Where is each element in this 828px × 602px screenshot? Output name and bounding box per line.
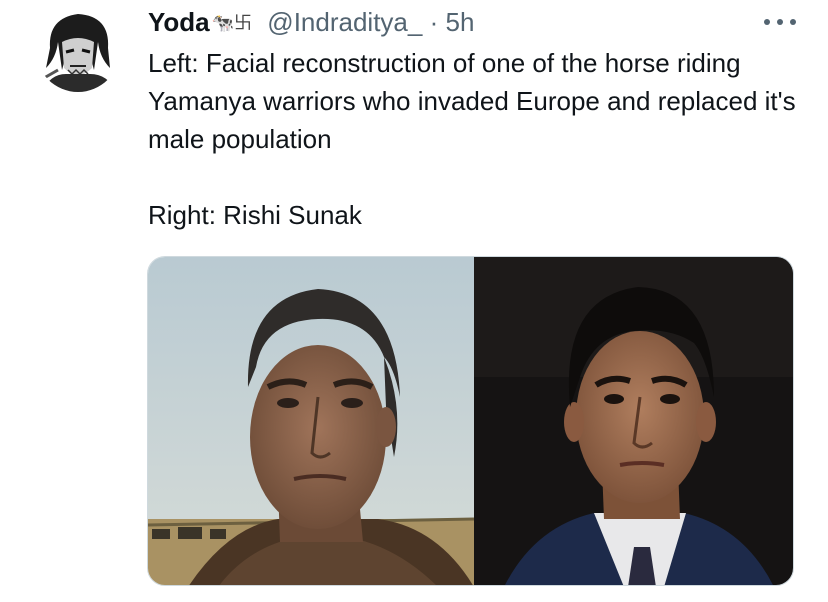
avatar-image xyxy=(36,8,120,92)
separator-dot: · xyxy=(429,7,439,37)
author-handle[interactable]: @Indraditya_ xyxy=(267,7,422,37)
avatar[interactable] xyxy=(36,8,120,92)
tweet-text-paragraph-1: Left: Facial reconstruction of one of th… xyxy=(148,48,796,154)
media-image-right[interactable] xyxy=(474,257,793,585)
tweet-media[interactable] xyxy=(147,256,794,586)
author-name[interactable]: Yoda xyxy=(148,7,210,37)
more-horizontal-icon xyxy=(764,19,770,25)
tweet-text-paragraph-2: Right: Rishi Sunak xyxy=(148,200,362,230)
tweet-timestamp[interactable]: 5h xyxy=(445,7,474,37)
more-options-button[interactable] xyxy=(760,12,800,32)
tweet-text: Left: Facial reconstruction of one of th… xyxy=(148,44,798,234)
author-name-emoji: 🐄卐 xyxy=(211,13,253,33)
reconstruction-portrait-image xyxy=(148,257,475,585)
tweet-header: Yoda 🐄卐 @Indraditya_ · 5h xyxy=(148,6,474,39)
media-image-left[interactable] xyxy=(148,257,475,585)
rishi-sunak-portrait-image xyxy=(474,257,793,585)
